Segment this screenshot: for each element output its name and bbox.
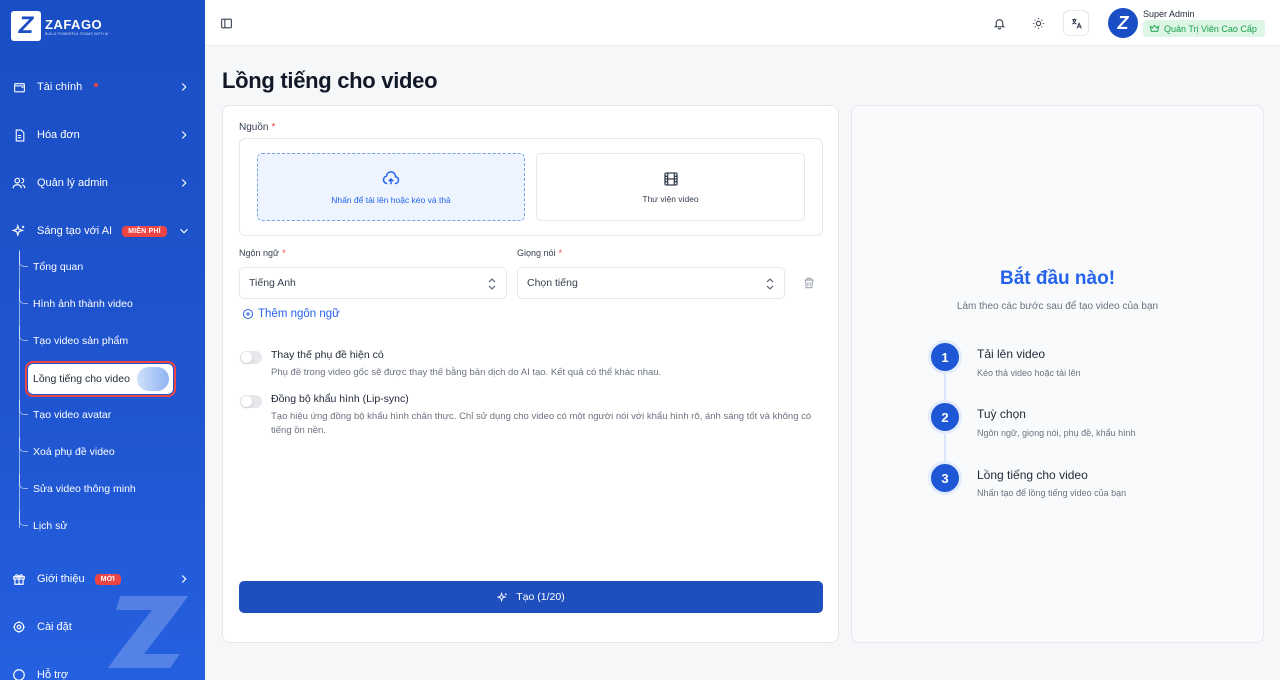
- translate-icon: [1071, 18, 1082, 29]
- sidebar-subitem-smart-edit[interactable]: Sửa video thông minh: [19, 474, 173, 504]
- language-select[interactable]: Tiếng Anh: [239, 267, 507, 299]
- lip-sync-toggle[interactable]: [240, 395, 262, 408]
- sidebar-subitem-image-to-video[interactable]: Hình ảnh thành video: [19, 289, 173, 319]
- sidebar-item-admin[interactable]: Quản lý admin: [0, 165, 205, 201]
- sidebar-subitem-product-video[interactable]: Tạo video sản phẩm: [19, 326, 173, 356]
- language-button[interactable]: [1063, 10, 1089, 36]
- sidebar-item-finance[interactable]: Tài chính: [0, 69, 205, 105]
- chevron-updown-icon: [488, 278, 496, 290]
- brand-tagline: BUILD POWERFUL TEAMS WITH AI: [45, 31, 109, 36]
- new-badge: MỚI: [94, 573, 121, 585]
- avatar[interactable]: Z: [1108, 8, 1138, 38]
- chevron-updown-icon: [766, 278, 774, 290]
- trash-icon[interactable]: [802, 276, 816, 290]
- sparkles-icon: [497, 591, 507, 602]
- user-role-badge: Quản Trị Viên Cao Cấp: [1143, 20, 1265, 37]
- chevron-down-icon: [180, 228, 188, 234]
- create-button[interactable]: Tạo (1/20): [239, 581, 823, 613]
- step-title: Tải lên video: [977, 347, 1046, 361]
- replace-subtitles-title: Thay thế phụ đề hiện có: [271, 349, 384, 361]
- subitem-label: Sửa video thông minh: [33, 483, 136, 495]
- topbar: Z Super Admin Quản Trị Viên Cao Cấp: [205, 0, 1280, 46]
- gift-icon: [12, 572, 26, 586]
- step-desc: Nhấn tạo để lồng tiếng video của bạn: [977, 488, 1127, 498]
- sidebar-subitem-video-dubbing[interactable]: Lồng tiếng cho video: [25, 361, 176, 397]
- replace-subtitles-toggle[interactable]: [240, 351, 262, 364]
- logo-mark: Z: [11, 11, 41, 41]
- wallet-icon: [12, 80, 26, 94]
- panel-left-icon: [220, 18, 232, 28]
- sidebar-item-label: Quản lý admin: [37, 177, 108, 189]
- chevron-right-icon: [181, 575, 187, 583]
- subitem-label: Tạo video sản phẩm: [33, 335, 129, 347]
- sun-icon: [1032, 17, 1044, 29]
- sidebar-item-invoice[interactable]: Hóa đơn: [0, 117, 205, 153]
- brand-watermark: [108, 596, 188, 668]
- bell-icon: [993, 18, 1005, 29]
- subitem-label: Lịch sử: [33, 520, 68, 532]
- add-language-button[interactable]: Thêm ngôn ngữ: [242, 308, 340, 320]
- step-desc: Kéo thả video hoặc tải lên: [977, 368, 1081, 378]
- brand-logo[interactable]: Z ZAFAGO BUILD POWERFUL TEAMS WITH AI: [11, 11, 109, 41]
- step-number: 2: [928, 400, 962, 434]
- step-number: 1: [928, 340, 962, 374]
- chevron-right-icon: [181, 179, 187, 187]
- invoice-icon: [12, 128, 26, 142]
- sidebar-item-label: Giới thiệu: [37, 573, 85, 585]
- lip-sync-title: Đồng bộ khẩu hình (Lip-sync): [271, 393, 409, 405]
- film-icon: [663, 171, 678, 186]
- subitem-label: Tạo video avatar: [33, 409, 112, 421]
- help-icon: [12, 668, 26, 680]
- voice-label: Giọng nói *: [517, 248, 563, 258]
- sidebar-subitem-avatar-video[interactable]: Tạo video avatar: [19, 400, 173, 430]
- language-label: Ngôn ngữ *: [239, 248, 286, 258]
- step-title: Tuỳ chọn: [977, 407, 1026, 421]
- subitem-label: Hình ảnh thành video: [33, 298, 133, 310]
- sidebar-item-referral[interactable]: Giới thiệu MỚI: [0, 561, 205, 597]
- settings-icon: [12, 620, 26, 634]
- step-title: Lồng tiếng cho video: [977, 468, 1088, 482]
- users-icon: [12, 176, 26, 190]
- subitem-label: Xoá phụ đề video: [33, 446, 115, 458]
- sidebar-subitem-overview[interactable]: Tổng quan: [19, 252, 173, 282]
- guide-subtitle: Làm theo các bước sau để tạo video của b…: [956, 301, 1159, 312]
- video-library-button[interactable]: Thư viện video: [536, 153, 805, 221]
- subitem-label: Tổng quan: [33, 261, 84, 273]
- plus-circle-icon: [243, 309, 253, 319]
- page-title: Lồng tiếng cho video: [222, 68, 438, 93]
- theme-toggle-button[interactable]: [1025, 10, 1051, 36]
- sidebar: Z ZAFAGO BUILD POWERFUL TEAMS WITH AI Tà…: [0, 0, 205, 680]
- upload-text: Nhấn để tải lên hoặc kéo và thả: [331, 194, 451, 205]
- sidebar-subitem-remove-subtitles[interactable]: Xoá phụ đề video: [19, 437, 173, 467]
- crown-icon: [1149, 24, 1160, 32]
- sparkles-icon: [12, 224, 26, 238]
- upload-dropzone[interactable]: Nhấn để tải lên hoặc kéo và thả: [257, 153, 525, 221]
- sidebar-toggle-button[interactable]: [213, 10, 239, 36]
- lip-sync-desc: Tạo hiệu ứng đồng bộ khẩu hình chân thực…: [271, 411, 812, 436]
- sidebar-item-label: Cài đặt: [37, 621, 72, 633]
- user-name: Super Admin: [1143, 9, 1195, 19]
- cloud-upload-icon: [382, 170, 400, 184]
- source-label: Nguồn *: [239, 122, 276, 133]
- sidebar-item-label: Sáng tạo với AI: [37, 225, 113, 237]
- sidebar-subitem-history[interactable]: Lịch sử: [19, 511, 173, 541]
- sidebar-item-label: Tài chính: [37, 81, 83, 93]
- library-text: Thư viện video: [642, 193, 699, 204]
- sidebar-item-label: Hỗ trợ: [37, 669, 69, 680]
- subitem-label: Lồng tiếng cho video: [33, 373, 130, 385]
- guide-title: Bắt đầu nào!: [999, 268, 1116, 289]
- chevron-right-icon: [181, 83, 187, 91]
- notification-dot: [94, 83, 99, 87]
- voice-select[interactable]: Chọn tiếng: [517, 267, 785, 299]
- notifications-button[interactable]: [986, 10, 1012, 36]
- brand-name: ZAFAGO: [45, 16, 103, 32]
- replace-subtitles-desc: Phụ đề trong video gốc sẽ được thay thế …: [271, 367, 662, 378]
- free-badge: MIỄN PHÍ: [122, 225, 167, 237]
- sidebar-item-ai-create[interactable]: Sáng tạo với AI MIỄN PHÍ: [0, 213, 205, 249]
- sidebar-item-label: Hóa đơn: [37, 129, 80, 141]
- chevron-right-icon: [181, 131, 187, 139]
- step-desc: Ngôn ngữ, giọng nói, phụ đề, khẩu hình: [977, 428, 1136, 438]
- step-number: 3: [928, 461, 962, 495]
